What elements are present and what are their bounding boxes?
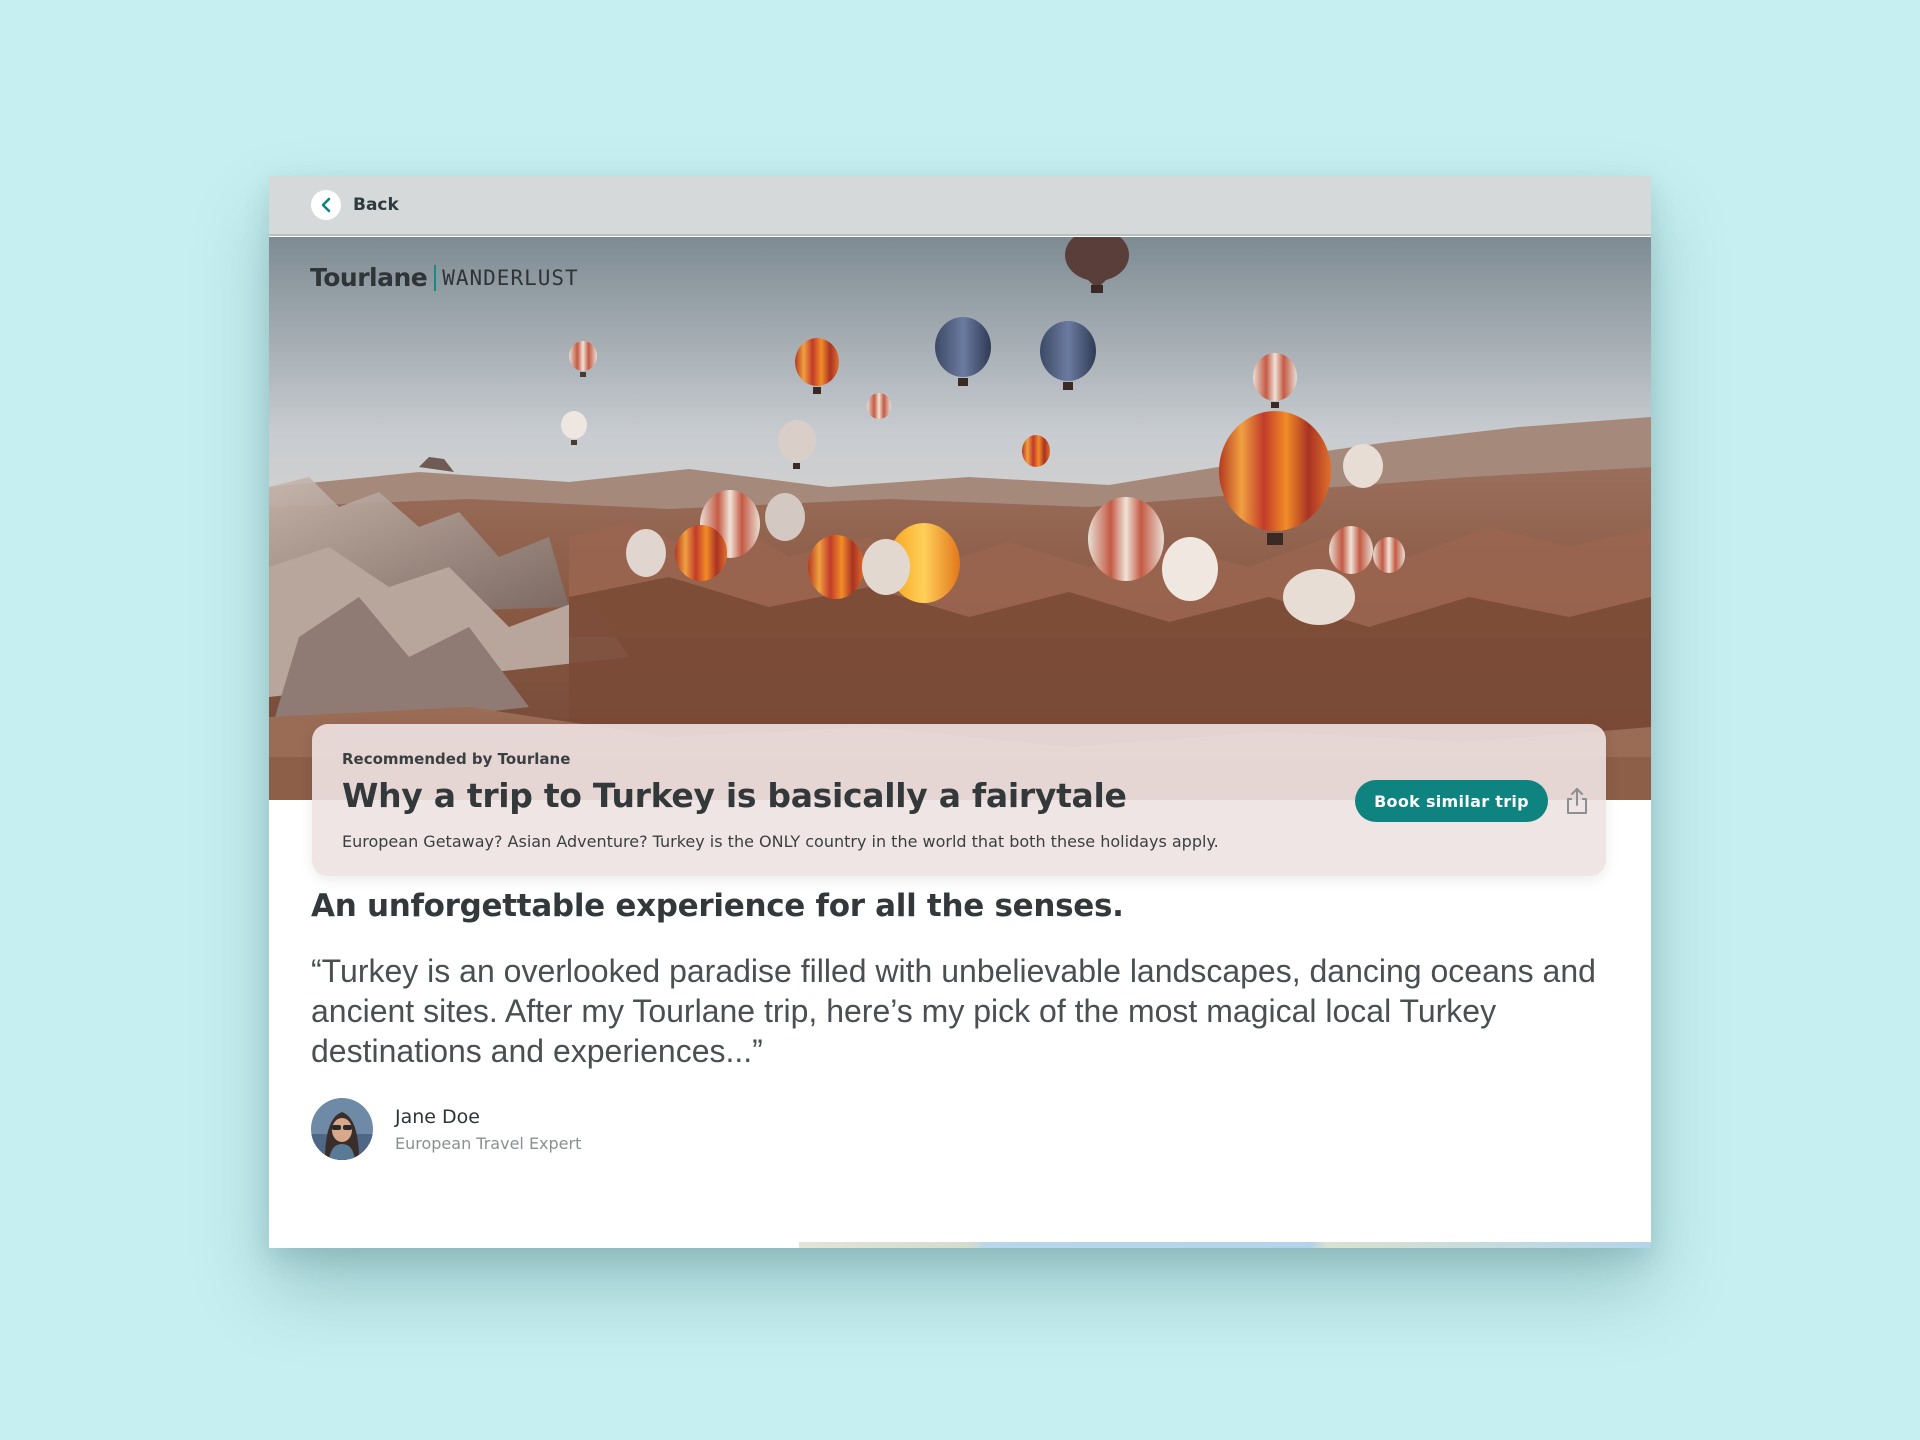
brand-logo[interactable]: Tourlane WANDERLUST xyxy=(310,263,579,292)
article-summary-panel: Recommended by Tourlane Why a trip to Tu… xyxy=(312,724,1606,876)
recommended-label: Recommended by Tourlane xyxy=(342,750,571,768)
author-name: Jane Doe xyxy=(395,1105,480,1128)
brand-subtitle: WANDERLUST xyxy=(442,265,579,290)
article-title: Why a trip to Turkey is basically a fair… xyxy=(342,776,1127,815)
hero-section: Tourlane WANDERLUST xyxy=(269,237,1651,800)
map-preview[interactable] xyxy=(799,1242,1651,1248)
section-headline: An unforgettable experience for all the … xyxy=(311,888,1124,924)
author-info: Jane Doe European Travel Expert xyxy=(395,1106,581,1153)
chevron-left-icon xyxy=(311,190,341,220)
author-block: Jane Doe European Travel Expert xyxy=(311,1098,581,1160)
book-similar-trip-button[interactable]: Book similar trip xyxy=(1355,780,1548,822)
author-quote: “Turkey is an overlooked paradise filled… xyxy=(311,953,1596,1069)
article-description: European Getaway? Asian Adventure? Turke… xyxy=(342,832,1219,851)
hero-image xyxy=(269,237,1651,800)
brand-name: Tourlane xyxy=(310,263,428,292)
back-label: Back xyxy=(353,195,399,215)
top-bar: Back xyxy=(269,176,1651,236)
app-window: Back Tourlane WANDERLUST Recommended by … xyxy=(269,176,1651,1248)
avatar[interactable] xyxy=(311,1098,373,1160)
share-icon[interactable] xyxy=(1562,785,1592,817)
author-role: European Travel Expert xyxy=(395,1133,582,1153)
back-button[interactable]: Back xyxy=(311,190,399,220)
brand-divider xyxy=(434,264,437,291)
